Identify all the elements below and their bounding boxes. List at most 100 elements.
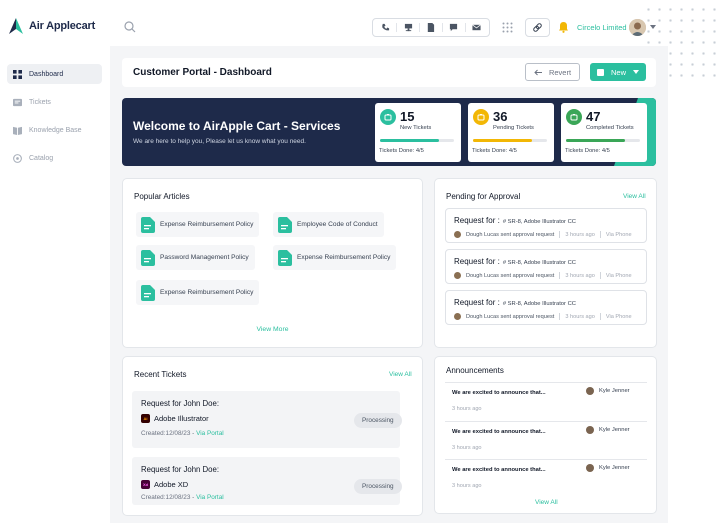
stat-done-text: Tickets Done: 4/5 <box>379 148 424 154</box>
toolbar-divider <box>441 23 443 32</box>
new-button[interactable]: New <box>590 63 646 81</box>
stat-count: 36 <box>493 109 508 124</box>
document-icon <box>278 216 292 233</box>
approval-item[interactable]: Request for : # SR-8, Adobe Illustrator C… <box>445 208 647 243</box>
chevron-down-icon <box>633 70 639 74</box>
link-button[interactable] <box>525 18 550 37</box>
announcement-author: Kyle Jenner <box>586 426 630 434</box>
brand-logo-icon <box>9 18 23 34</box>
approval-item[interactable]: Request for : # SR-8, Adobe Illustrator C… <box>445 249 647 284</box>
sidebar-item-tickets[interactable]: Tickets <box>7 92 102 112</box>
article-item[interactable]: Employee Code of Conduct <box>273 212 384 237</box>
stat-card-new-tickets[interactable]: 15 New Tickets Tickets Done: 4/5 <box>375 103 461 162</box>
announcement-item[interactable]: We are excited to announce that... 3 hou… <box>445 382 647 417</box>
view-all-link[interactable]: View All <box>389 371 412 378</box>
ticket-created: Created:12/08/23 - Via Portal <box>141 430 224 437</box>
card-title: Pending for Approval <box>446 192 521 201</box>
document-icon <box>141 249 155 266</box>
approval-channel: Via Phone <box>605 231 632 238</box>
article-title: Expense Reimbursement Policy <box>160 221 254 228</box>
revert-button[interactable]: Revert <box>525 63 580 81</box>
article-title: Employee Code of Conduct <box>297 221 378 228</box>
ticket-title: Request for John Doe: <box>141 399 220 408</box>
sidebar-item-catalog[interactable]: Catalog <box>7 148 102 168</box>
sidebar: Air Applecart Dashboard Tickets Knowledg… <box>0 0 110 523</box>
article-item[interactable]: Expense Reimbursement Policy <box>136 212 260 237</box>
card-title: Popular Articles <box>134 192 190 201</box>
stat-card-pending-tickets[interactable]: 36 Pending Tickets Tickets Done: 4/5 <box>468 103 554 162</box>
chat-icon[interactable] <box>448 22 459 33</box>
divider <box>599 231 601 238</box>
adobe-illustrator-icon: Ai <box>141 414 150 423</box>
sidebar-nav: Dashboard Tickets Knowledge Base Catalog <box>7 64 102 176</box>
announcement-author: Kyle Jenner <box>586 387 630 395</box>
stat-label: New Tickets <box>400 125 432 131</box>
ticket-title: Request for John Doe: <box>141 465 220 474</box>
approval-meta: Dough Lucas sent approval request 3 hour… <box>454 313 632 320</box>
ticket-app: Ai Adobe Illustrator <box>141 414 209 423</box>
document-icon[interactable] <box>425 22 436 33</box>
article-title: Password Management Policy <box>160 254 249 261</box>
stat-progress-track <box>566 139 640 142</box>
sidebar-item-label: Catalog <box>29 154 54 162</box>
view-more-link[interactable]: View More <box>123 326 422 333</box>
stat-label: Completed Tickets <box>586 125 634 131</box>
ticket-item[interactable]: Request for John Doe: Ai Adobe Illustrat… <box>132 391 402 448</box>
approval-user: Dough Lucas sent approval request <box>466 313 555 320</box>
sidebar-item-knowledge-base[interactable]: Knowledge Base <box>7 120 102 140</box>
divider <box>559 272 561 279</box>
phone-icon[interactable] <box>380 22 391 33</box>
arrow-left-icon <box>534 69 542 75</box>
approval-item[interactable]: Request for : # SR-8, Adobe Illustrator C… <box>445 290 647 325</box>
announcement-author: Kyle Jenner <box>586 464 630 472</box>
view-all-link[interactable]: View All <box>535 499 558 506</box>
article-item[interactable]: Expense Reimbursement Policy <box>136 280 260 305</box>
pending-approval-card: Pending for Approval View All Request fo… <box>434 178 657 348</box>
ticket-app-name: Adobe XD <box>154 480 189 489</box>
stat-done-text: Tickets Done: 4/5 <box>565 148 610 154</box>
announcement-text: We are excited to announce that... <box>452 390 546 396</box>
announcement-item[interactable]: We are excited to announce that... 3 hou… <box>445 421 647 456</box>
catalog-icon <box>13 153 22 163</box>
bell-icon[interactable] <box>558 21 569 33</box>
approval-title: Request for : # SR-8, Adobe Illustrator C… <box>454 257 576 266</box>
ticket-item[interactable]: Request for John Doe: Xd Adobe XD Create… <box>132 457 402 505</box>
stat-progress-track <box>473 139 547 142</box>
status-badge: Processing <box>354 413 402 428</box>
announcement-item[interactable]: We are excited to announce that... 3 hou… <box>445 459 647 494</box>
toolbar-divider <box>464 23 466 32</box>
article-item[interactable]: Expense Reimbursement Policy <box>273 245 397 270</box>
search-icon[interactable] <box>123 20 137 34</box>
document-icon <box>141 284 155 301</box>
mail-icon[interactable] <box>471 22 482 33</box>
new-label: New <box>610 67 626 77</box>
banner-subtitle: We are here to help you, Please let us k… <box>133 138 306 145</box>
sidebar-item-label: Knowledge Base <box>29 126 82 134</box>
avatar <box>586 464 594 472</box>
apps-grid-icon[interactable] <box>502 22 513 33</box>
ticket-stat-icon <box>380 109 396 125</box>
view-all-link[interactable]: View All <box>623 193 646 200</box>
stat-card-completed-tickets[interactable]: 47 Completed Tickets Tickets Done: 4/5 <box>561 103 647 162</box>
link-icon <box>533 23 542 32</box>
ticket-app-name: Adobe Illustrator <box>154 414 209 423</box>
sidebar-item-dashboard[interactable]: Dashboard <box>7 64 102 84</box>
article-item[interactable]: Password Management Policy <box>136 245 255 270</box>
sidebar-item-label: Tickets <box>29 98 51 106</box>
avatar <box>454 231 461 238</box>
approval-title: Request for : # SR-8, Adobe Illustrator C… <box>454 298 576 307</box>
approval-meta: Dough Lucas sent approval request 3 hour… <box>454 231 632 238</box>
welcome-banner: Welcome to AirApple Cart - Services We a… <box>122 98 656 166</box>
avatar <box>586 387 594 395</box>
desk-icon[interactable] <box>403 22 414 33</box>
user-avatar[interactable] <box>629 19 646 36</box>
author-name: Kyle Jenner <box>599 465 630 471</box>
document-icon <box>278 249 292 266</box>
document-icon <box>141 216 155 233</box>
chevron-down-icon[interactable] <box>650 25 656 29</box>
announcement-time: 3 hours ago <box>452 406 482 412</box>
sidebar-item-label: Dashboard <box>29 70 64 78</box>
organization-name[interactable]: Circelo Limited <box>577 23 627 32</box>
approval-meta: Dough Lucas sent approval request 3 hour… <box>454 272 632 279</box>
brand[interactable]: Air Applecart <box>9 18 95 34</box>
